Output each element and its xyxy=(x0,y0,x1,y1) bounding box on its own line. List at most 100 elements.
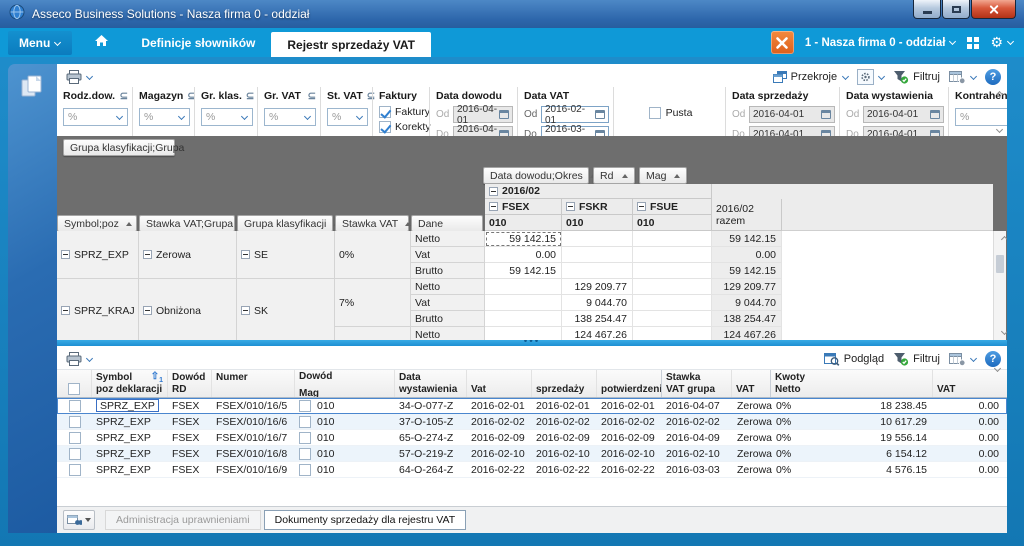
pivot-options-button[interactable] xyxy=(857,69,885,85)
pivot-header-fskr[interactable]: FSKR xyxy=(562,199,633,215)
row-checkbox[interactable] xyxy=(69,432,81,444)
grid-cell[interactable]: Zerowa xyxy=(733,446,772,461)
grid-cell[interactable]: 2016-02-10 xyxy=(532,446,597,461)
grid-collapse-button[interactable] xyxy=(990,366,1001,373)
pivot-cell[interactable] xyxy=(485,279,562,295)
pivot-header-fsex[interactable]: FSEX xyxy=(485,199,562,215)
minimize-button[interactable] xyxy=(913,0,941,19)
pivot-cell[interactable]: 124 467.26 xyxy=(562,327,633,340)
pivot-cell[interactable]: 138 254.47 xyxy=(562,311,633,327)
calendar-icon[interactable] xyxy=(595,110,605,119)
grid-cell[interactable]: 0.00 xyxy=(935,398,1007,413)
grid-cell[interactable]: 2016-02-09 xyxy=(597,430,662,445)
bottom-tab-dokumenty-sprzedazy[interactable]: Dokumenty sprzedaży dla rejestru VAT xyxy=(264,510,467,530)
scrollbar-thumb[interactable] xyxy=(996,255,1004,273)
pivot-cell[interactable] xyxy=(562,263,633,279)
pivot-row-header-dane[interactable]: Brutto xyxy=(411,263,485,279)
column-header-stawka-vat-grupa[interactable]: Stawka VAT grupa xyxy=(661,370,732,397)
pivot-row-header-grupa-klasyfikacji[interactable]: SE xyxy=(237,231,335,279)
pivot-row-field-stawka-vat-grupa[interactable]: Stawka VAT;Grupa xyxy=(139,215,235,232)
pivot-cell[interactable]: 0.00 xyxy=(485,247,562,263)
pivot-row-header-dane[interactable]: Netto xyxy=(411,279,485,295)
column-header-numer[interactable]: Numer xyxy=(212,370,295,397)
grid-cell[interactable]: 0.00 xyxy=(935,430,1007,445)
row-checkbox[interactable] xyxy=(69,448,81,460)
grid-cell[interactable]: 0.00 xyxy=(935,446,1007,461)
collapse-icon[interactable] xyxy=(61,306,70,315)
pivot-row-field-grupa-klasyfikacji[interactable]: Grupa klasyfikacji xyxy=(237,215,333,232)
grid-print-button[interactable] xyxy=(66,352,93,366)
help-button[interactable]: ? xyxy=(985,69,1001,85)
pivot-row-header-grupa-klasyfikacji[interactable]: SK xyxy=(237,279,335,340)
column-header-stawka-vat[interactable]: VAT xyxy=(732,370,771,397)
grid-cell[interactable]: 2016-02-02 xyxy=(467,414,532,429)
pivot-cell[interactable] xyxy=(633,263,712,279)
pivot-total-cell[interactable]: 59 142.15 xyxy=(712,231,782,247)
select-all-checkbox[interactable] xyxy=(68,383,80,395)
grid-cell[interactable]: 34-O-077-Z xyxy=(395,398,467,413)
print-button[interactable] xyxy=(66,70,93,84)
grid-cell[interactable]: 2016-02-09 xyxy=(532,430,597,445)
column-header-dowod-mag[interactable]: Dowód Mag xyxy=(295,370,395,397)
column-header-kwoty-netto[interactable]: Kwoty Netto xyxy=(770,370,933,397)
grid-cell[interactable]: FSEX/010/16/5 xyxy=(212,398,295,413)
pivot-total-cell[interactable]: 138 254.47 xyxy=(712,311,782,327)
pivot-row-header-dane[interactable]: Brutto xyxy=(411,311,485,327)
grid-cell[interactable]: FSEX/010/16/7 xyxy=(212,430,295,445)
pivot-row-header-dane[interactable]: Vat xyxy=(411,295,485,311)
pivot-cell[interactable] xyxy=(633,327,712,340)
data-vat-do-input[interactable]: 2016-03-31 xyxy=(541,126,609,136)
filter-scroll-down-button[interactable] xyxy=(992,127,1003,134)
mag-checkbox[interactable] xyxy=(299,416,311,428)
grid-help-button[interactable]: ? xyxy=(985,351,1001,367)
pivot-total-cell[interactable]: 129 209.77 xyxy=(712,279,782,295)
collapse-icon[interactable] xyxy=(241,306,250,315)
collapse-icon[interactable] xyxy=(143,250,152,259)
pivot-row-header-stawka-grupa[interactable]: Obniżona xyxy=(139,279,237,340)
rodz-dow-select[interactable]: % xyxy=(63,108,128,126)
table-row[interactable]: SPRZ_EXP FSEX FSEX/010/16/8 010 57-O-219… xyxy=(57,446,1007,462)
pivot-cell[interactable]: 9 044.70 xyxy=(562,295,633,311)
collapse-icon[interactable] xyxy=(566,202,575,211)
data-wystawienia-do-input[interactable]: 2016-04-01 xyxy=(863,126,944,136)
data-dowodu-od-input[interactable]: 2016-04-01 xyxy=(453,106,513,123)
grid-cell[interactable]: FSEX xyxy=(168,430,212,445)
pivot-row-field-stawka-vat[interactable]: Stawka VAT xyxy=(335,215,409,232)
grid-cell[interactable]: 2016-03-03 xyxy=(662,462,733,477)
grid-cell[interactable]: 2016-02-22 xyxy=(532,462,597,477)
table-row[interactable]: SPRZ_EXP FSEX FSEX/010/16/9 010 64-O-264… xyxy=(57,462,1007,478)
filter-collapse-button[interactable] xyxy=(992,88,1003,99)
grid-cell[interactable]: Zerowa xyxy=(733,430,772,445)
pivot-row-header-stawka-grupa[interactable]: Zerowa xyxy=(139,231,237,279)
close-button[interactable] xyxy=(971,0,1016,19)
column-header-data-sprzedazy[interactable]: sprzedaży xyxy=(532,370,597,397)
grid-cell[interactable]: FSEX xyxy=(168,446,212,461)
faktury-checkbox[interactable] xyxy=(379,106,391,118)
bottom-tab-administracja-uprawnieniami[interactable]: Administracja uprawnieniami xyxy=(105,510,261,530)
pivot-column-chooser-button[interactable] xyxy=(949,71,977,84)
grid-cell[interactable]: FSEX/010/16/8 xyxy=(212,446,295,461)
grid-cell[interactable]: 2016-02-01 xyxy=(467,398,532,413)
pivot-cell[interactable] xyxy=(485,295,562,311)
mag-checkbox[interactable] xyxy=(299,464,311,476)
tools-button[interactable] xyxy=(771,31,794,54)
column-header-data-vat[interactable]: Vat xyxy=(467,370,532,397)
grid-cell[interactable]: 37-O-105-Z xyxy=(395,414,467,429)
grid-cell[interactable]: 2016-02-02 xyxy=(597,414,662,429)
apps-grid-button[interactable] xyxy=(967,37,979,49)
korekty-checkbox[interactable] xyxy=(379,121,391,133)
pivot-subheader-010[interactable]: 010 xyxy=(633,215,712,231)
grid-cell[interactable]: 0.00 xyxy=(935,414,1007,429)
grid-cell[interactable]: 2016-02-22 xyxy=(467,462,532,477)
grid-cell[interactable]: 65-O-274-Z xyxy=(395,430,467,445)
grid-cell[interactable]: 2016-02-02 xyxy=(532,414,597,429)
grid-cell[interactable]: 2016-04-07 xyxy=(662,398,733,413)
column-header-dowod-rd[interactable]: Dowód RD xyxy=(168,370,212,397)
magazyn-select[interactable]: % xyxy=(139,108,190,126)
home-button[interactable] xyxy=(94,34,109,52)
grid-cell[interactable]: SPRZ_EXP xyxy=(92,462,168,477)
grid-cell[interactable]: 2016-02-22 xyxy=(597,462,662,477)
pivot-filter-field-grupa-klasyfikacji[interactable]: Grupa klasyfikacji;Grupa xyxy=(63,139,175,156)
pivot-cell[interactable] xyxy=(633,279,712,295)
pivot-row-header-dane[interactable]: Vat xyxy=(411,247,485,263)
